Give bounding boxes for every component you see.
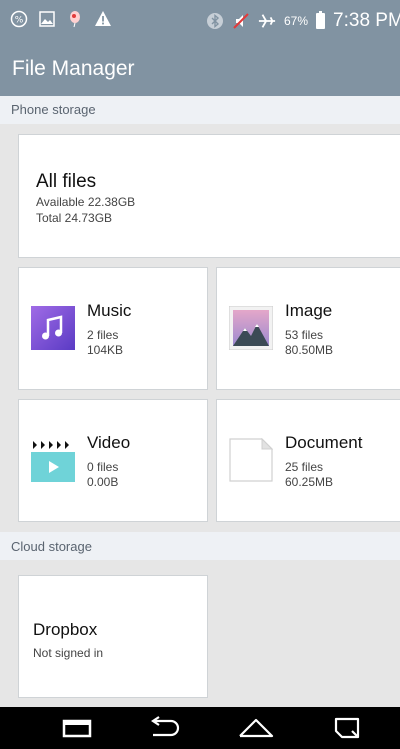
file-count: 2 files xyxy=(87,328,119,342)
bluetooth-icon xyxy=(206,12,224,30)
file-size: 104KB xyxy=(87,343,124,357)
dropbox-status: Not signed in xyxy=(33,646,104,660)
dropbox-title: Dropbox xyxy=(33,620,98,639)
data-saver-icon: % xyxy=(10,10,28,28)
home-icon[interactable] xyxy=(236,715,276,741)
battery-icon xyxy=(316,11,326,29)
dropbox-card[interactable]: Dropbox Not signed in xyxy=(18,575,208,698)
phone-storage-header: Phone storage xyxy=(0,96,400,124)
music-card[interactable]: Music 2 files 104KB xyxy=(18,267,208,390)
clock: 7:38 PM xyxy=(333,10,400,31)
mute-icon xyxy=(232,12,250,30)
file-size: 60.25MB xyxy=(285,475,334,489)
file-size: 80.50MB xyxy=(285,343,334,357)
image-card[interactable]: Image 53 files 80.50MB xyxy=(216,267,400,390)
section-label: Phone storage xyxy=(11,102,96,117)
file-count: 25 files xyxy=(285,460,324,474)
document-icon xyxy=(229,437,274,482)
warning-icon xyxy=(94,10,112,28)
airplane-icon xyxy=(258,12,276,30)
menu-icon[interactable] xyxy=(328,715,368,741)
document-card[interactable]: Document 25 files 60.25MB xyxy=(216,399,400,522)
navigation-bar xyxy=(0,707,400,749)
recent-apps-icon[interactable] xyxy=(57,715,97,741)
category-title: Image xyxy=(285,301,333,320)
all-files-card[interactable]: All files Available 22.38GB Total 24.73G… xyxy=(18,134,400,258)
balloon-icon xyxy=(66,10,84,28)
app-bar: File Manager xyxy=(0,42,400,96)
cloud-storage-header: Cloud storage xyxy=(0,532,400,560)
video-card[interactable]: Video 0 files 0.00B xyxy=(18,399,208,522)
file-count: 0 files xyxy=(87,460,119,474)
page-title: File Manager xyxy=(12,57,135,80)
battery-percent: 67% xyxy=(284,14,309,28)
screenshot-icon xyxy=(38,10,56,28)
all-files-title: All files xyxy=(36,171,97,192)
category-title: Video xyxy=(87,433,131,452)
category-title: Music xyxy=(87,301,132,320)
total-storage: Total 24.73GB xyxy=(36,211,113,225)
available-storage: Available 22.38GB xyxy=(36,195,136,209)
video-icon xyxy=(31,438,75,482)
music-icon xyxy=(31,306,75,350)
file-count: 53 files xyxy=(285,328,324,342)
back-icon[interactable] xyxy=(145,715,185,741)
svg-text:%: % xyxy=(15,16,24,26)
section-label: Cloud storage xyxy=(11,539,92,554)
category-title: Document xyxy=(285,433,363,452)
status-bar: % 67% 7:38 PM xyxy=(0,0,400,42)
file-size: 0.00B xyxy=(87,475,119,489)
image-icon xyxy=(228,305,274,351)
